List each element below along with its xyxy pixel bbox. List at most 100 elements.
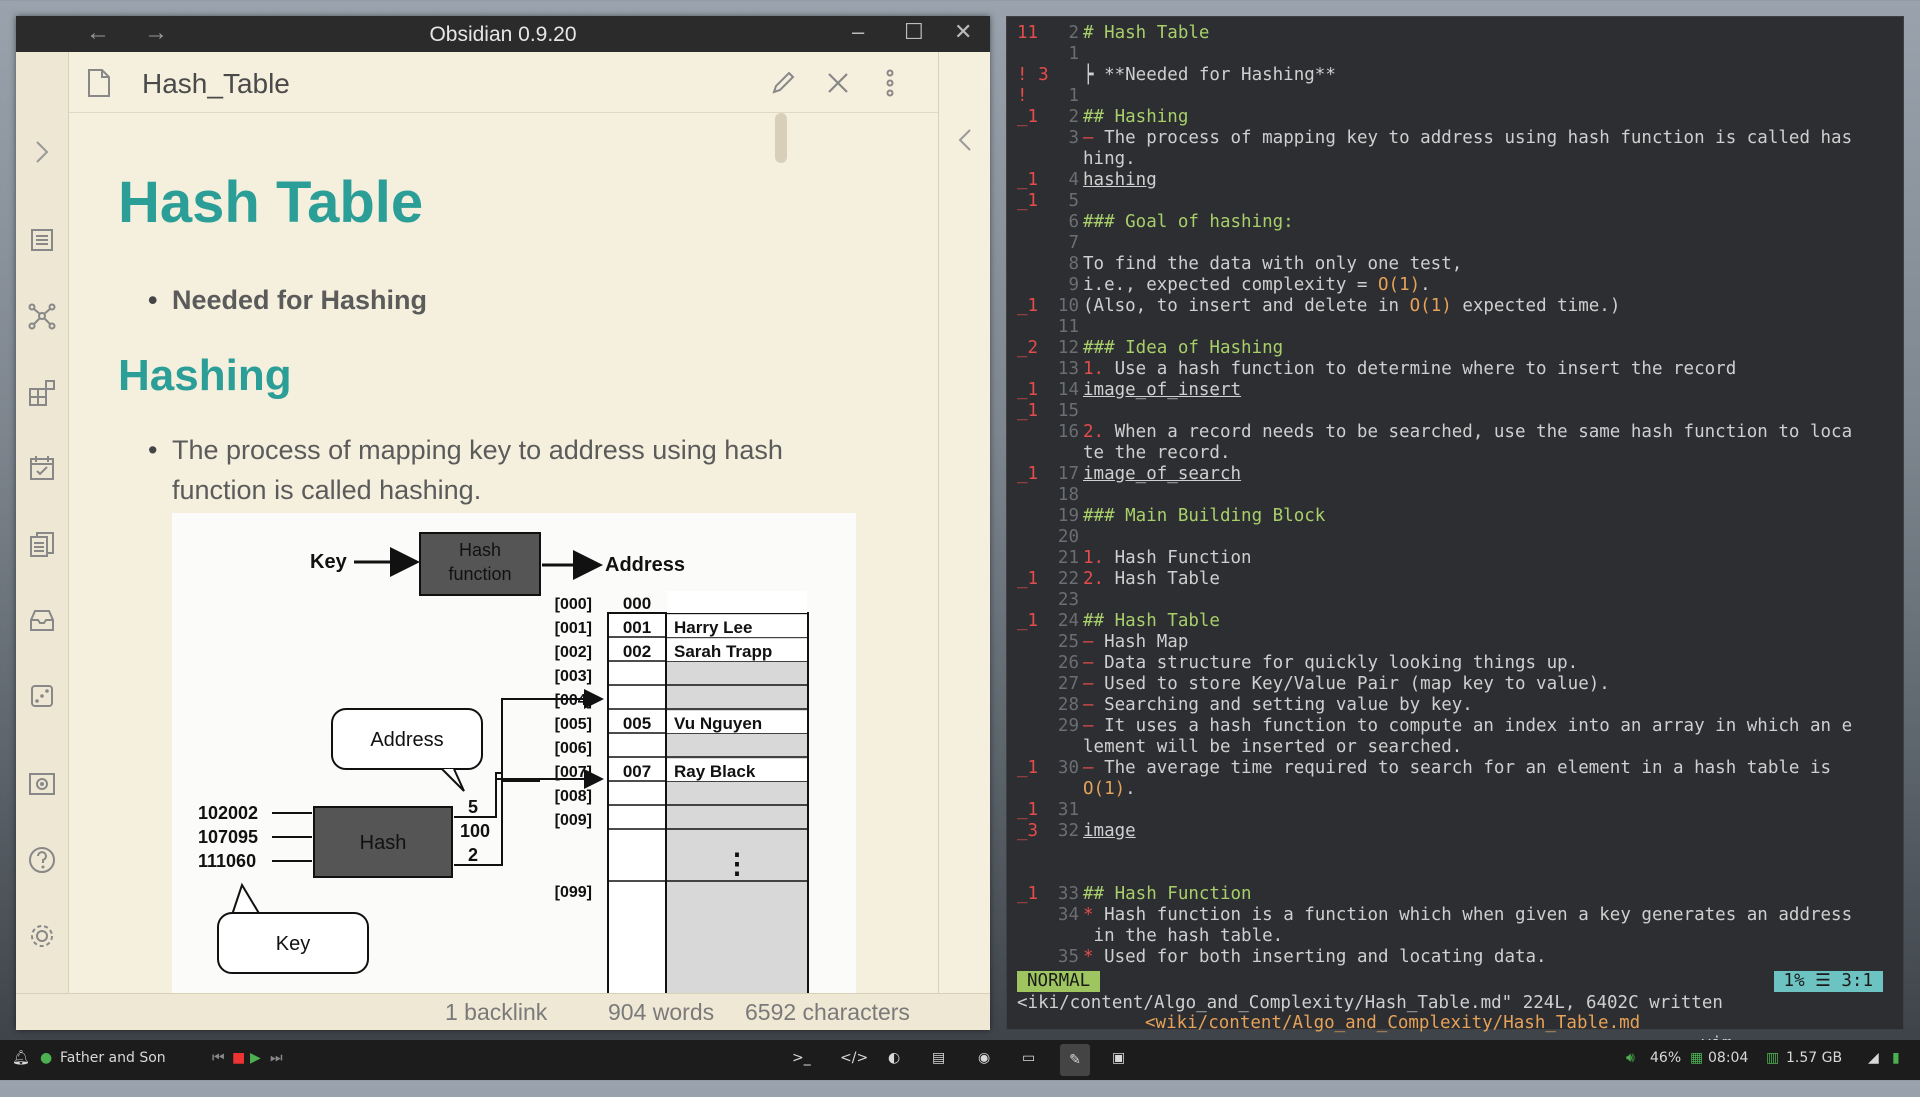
line-number: 4 xyxy=(1068,170,1079,190)
vim-line[interactable]: 23 xyxy=(1007,590,1903,611)
expand-right-sidebar-icon[interactable] xyxy=(957,128,973,157)
vim-line[interactable]: 9 i.e., expected complexity = O(1). xyxy=(1007,275,1903,296)
expand-sidebar-icon[interactable] xyxy=(24,134,60,170)
settings-gear-icon[interactable] xyxy=(24,918,60,954)
vim-line[interactable]: _1 24 ## Hash Table xyxy=(1007,611,1903,632)
vim-sign: _1 xyxy=(1017,107,1039,127)
next-track-icon[interactable]: ⏭ xyxy=(270,1050,283,1066)
scrollbar[interactable] xyxy=(775,113,787,163)
vim-line[interactable]: 18 xyxy=(1007,485,1903,506)
folder-icon[interactable]: ▭ xyxy=(1022,1050,1035,1066)
stop-icon[interactable]: ■ xyxy=(232,1050,245,1066)
terminal-app-icon[interactable]: >_ xyxy=(792,1050,811,1066)
table-index: [003] xyxy=(555,668,592,685)
vim-line[interactable]: 7 xyxy=(1007,233,1903,254)
vim-line[interactable]: _1 10 (Also, to insert and delete in O(1) … xyxy=(1007,296,1903,317)
music-player-icon[interactable]: ◉ xyxy=(978,1050,990,1066)
vim-line[interactable]: 28– Searching and setting value by key. xyxy=(1007,695,1903,716)
more-options-icon[interactable] xyxy=(873,66,907,100)
vim-line[interactable]: _1 4 hashing xyxy=(1007,170,1903,191)
vim-line[interactable]: 6 ### Goal of hashing: xyxy=(1007,212,1903,233)
vim-line[interactable] xyxy=(1007,842,1903,863)
status-backlinks[interactable]: 1 backlink xyxy=(445,999,547,1026)
line-text: ## Hash Function xyxy=(1083,884,1252,905)
vim-line[interactable]: _1 22 2. Hash Table xyxy=(1007,569,1903,590)
vim-line[interactable]: 27– Used to store Key/Value Pair (map ke… xyxy=(1007,674,1903,695)
vim-line[interactable]: lement will be inserted or searched. xyxy=(1007,737,1903,758)
vim-line[interactable] xyxy=(1007,863,1903,884)
close-window-button[interactable]: ✕ xyxy=(954,19,972,45)
line-segment: * xyxy=(1083,947,1105,967)
vim-line[interactable]: 20 xyxy=(1007,527,1903,548)
vim-line[interactable]: ! 1 xyxy=(1007,86,1903,107)
line-number: 13 xyxy=(1057,359,1079,379)
note-title[interactable]: Hash_Table xyxy=(142,68,290,100)
vim-line[interactable]: te the record. xyxy=(1007,443,1903,464)
minimize-button[interactable]: – xyxy=(852,19,864,45)
vim-line[interactable]: O(1). xyxy=(1007,779,1903,800)
terminal-vim[interactable]: 11 2 # Hash Table 1! 3 ┝ **Needed for Hashin… xyxy=(1006,16,1904,1054)
line-text: – The average time required to search fo… xyxy=(1083,758,1831,779)
vim-line[interactable]: _1 2 ## Hashing xyxy=(1007,107,1903,128)
close-note-icon[interactable] xyxy=(821,66,855,100)
prev-track-icon[interactable]: ⏮ xyxy=(212,1050,225,1066)
daily-note-calendar-icon[interactable] xyxy=(24,450,60,486)
vim-line[interactable]: 8 To find the data with only one test, xyxy=(1007,254,1903,275)
vim-line[interactable]: _2 12 ### Idea of Hashing xyxy=(1007,338,1903,359)
line-segment: When a record needs to be searched, use … xyxy=(1114,422,1853,442)
maximize-button[interactable]: ☐ xyxy=(904,19,924,45)
plugins-grid-icon[interactable] xyxy=(24,374,60,410)
vim-line[interactable]: 1 xyxy=(1007,44,1903,65)
graph-view-icon[interactable] xyxy=(24,298,60,334)
vim-line[interactable]: in the hash table. xyxy=(1007,926,1903,947)
obsidian-app-icon[interactable]: ✎ xyxy=(1060,1044,1090,1076)
bell-icon[interactable]: 🔔︎ xyxy=(12,1050,30,1066)
line-segment: – xyxy=(1083,674,1105,694)
vim-line[interactable]: 19 ### Main Building Block xyxy=(1007,506,1903,527)
vim-statusline: NORMAL <wiki/content/Algo_and_Complexity… xyxy=(1017,971,1883,1054)
play-icon[interactable]: ▶ xyxy=(250,1050,261,1066)
vim-line[interactable]: _1 31 xyxy=(1007,800,1903,821)
templates-icon[interactable] xyxy=(24,526,60,562)
vim-line[interactable]: 16 2. When a record needs to be searched,… xyxy=(1007,422,1903,443)
vim-line[interactable]: _1 14 image_of_insert xyxy=(1007,380,1903,401)
line-segment: Used for both inserting and locating dat… xyxy=(1104,947,1547,967)
line-number: 8 xyxy=(1068,254,1079,274)
vim-line[interactable]: _1 15 xyxy=(1007,401,1903,422)
vim-line[interactable]: ! 3 ┝ **Needed for Hashing** xyxy=(1007,65,1903,86)
vim-line[interactable]: _1 33 ## Hash Function xyxy=(1007,884,1903,905)
film-icon[interactable]: ▤ xyxy=(932,1050,945,1066)
vault-safe-icon[interactable] xyxy=(24,766,60,802)
line-text: – Used to store Key/Value Pair (map key … xyxy=(1083,674,1610,695)
random-note-dice-icon[interactable] xyxy=(24,678,60,714)
outline-icon[interactable] xyxy=(24,222,60,258)
vim-line[interactable]: 34 * Hash function is a function which wh… xyxy=(1007,905,1903,926)
archive-inbox-icon[interactable] xyxy=(24,602,60,638)
vim-line[interactable]: 11 2 # Hash Table xyxy=(1007,23,1903,44)
memory-usage: 1.57 GB xyxy=(1786,1050,1843,1066)
vim-line[interactable]: 25– Hash Map xyxy=(1007,632,1903,653)
vim-line[interactable]: hing. xyxy=(1007,149,1903,170)
volume-icon[interactable]: 🔊︎ xyxy=(1626,1050,1635,1066)
vim-line[interactable]: 26– Data structure for quickly looking t… xyxy=(1007,653,1903,674)
code-editor-icon[interactable]: </> xyxy=(840,1050,868,1066)
chat-icon[interactable]: ▣ xyxy=(1112,1050,1125,1066)
line-text: # Hash Table xyxy=(1083,23,1209,44)
vim-line[interactable]: 3– The process of mapping key to address… xyxy=(1007,128,1903,149)
vim-line[interactable]: _1 30– The average time required to searc… xyxy=(1007,758,1903,779)
vim-line[interactable]: 21 1. Hash Function xyxy=(1007,548,1903,569)
vim-line[interactable]: _1 17 image_of_search xyxy=(1007,464,1903,485)
line-segment: O(1) xyxy=(1378,275,1421,295)
vim-line[interactable]: _1 5 xyxy=(1007,191,1903,212)
edit-pencil-icon[interactable] xyxy=(766,66,800,100)
help-icon[interactable] xyxy=(24,842,60,878)
vim-line[interactable]: 13 1. Use a hash function to determine wh… xyxy=(1007,359,1903,380)
vim-line[interactable]: _3 32 image xyxy=(1007,821,1903,842)
vim-line[interactable]: 29– It uses a hash function to compute a… xyxy=(1007,716,1903,737)
vim-line[interactable]: 35 * Used for both inserting and locating… xyxy=(1007,947,1903,968)
line-number: 2 xyxy=(1068,23,1079,43)
table-index: [009] xyxy=(555,812,592,829)
vim-line[interactable]: 11 xyxy=(1007,317,1903,338)
wifi-icon[interactable]: ◢ xyxy=(1868,1050,1879,1066)
browser-icon[interactable]: ◐ xyxy=(888,1050,900,1066)
